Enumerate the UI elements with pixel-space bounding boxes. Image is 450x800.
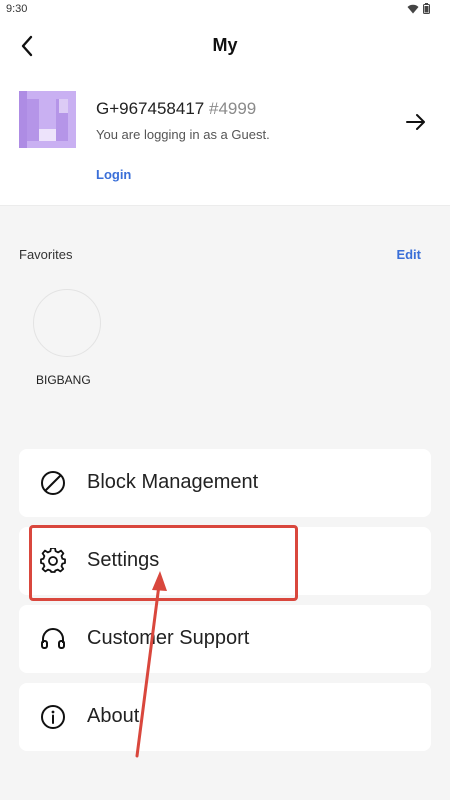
favorites-edit-button[interactable]: Edit	[396, 247, 421, 262]
menu-item-settings[interactable]: Settings	[19, 527, 431, 595]
menu-item-label: Settings	[87, 549, 160, 571]
menu-item-about[interactable]: About	[19, 683, 431, 751]
wifi-icon	[407, 4, 419, 13]
status-icons	[407, 3, 430, 14]
menu-item-block-management[interactable]: Block Management	[19, 449, 431, 517]
guest-tag: #4999	[208, 99, 257, 118]
favorite-avatar	[33, 289, 101, 357]
status-time: 9:30	[6, 3, 28, 15]
page-title: My	[212, 35, 238, 55]
guest-number: G+967458417	[96, 99, 205, 118]
block-icon	[41, 471, 65, 495]
guest-note: You are logging in as a Guest.	[96, 127, 270, 142]
favorite-item-label: BIGBANG	[36, 373, 91, 387]
menu-item-label: Block Management	[87, 471, 259, 493]
menu-item-customer-support[interactable]: Customer Support	[19, 605, 431, 673]
profile-arrow-button[interactable]	[404, 110, 428, 134]
avatar[interactable]	[19, 91, 76, 148]
guest-id: G+967458417 #4999	[96, 99, 256, 119]
arrow-right-icon	[406, 114, 425, 130]
headset-icon	[41, 628, 65, 649]
info-icon	[41, 705, 65, 729]
battery-icon	[423, 3, 430, 14]
login-link[interactable]: Login	[96, 167, 131, 182]
gear-icon	[40, 548, 66, 573]
top-bar: My	[0, 20, 450, 72]
profile-section: G+967458417 #4999 You are logging in as …	[0, 72, 450, 206]
favorites-title: Favorites	[19, 247, 73, 262]
status-bar: 9:30	[0, 0, 450, 20]
favorite-item[interactable]	[33, 289, 101, 357]
avatar-image	[19, 91, 76, 148]
menu-item-label: About	[87, 705, 140, 727]
menu-item-label: Customer Support	[87, 627, 250, 649]
